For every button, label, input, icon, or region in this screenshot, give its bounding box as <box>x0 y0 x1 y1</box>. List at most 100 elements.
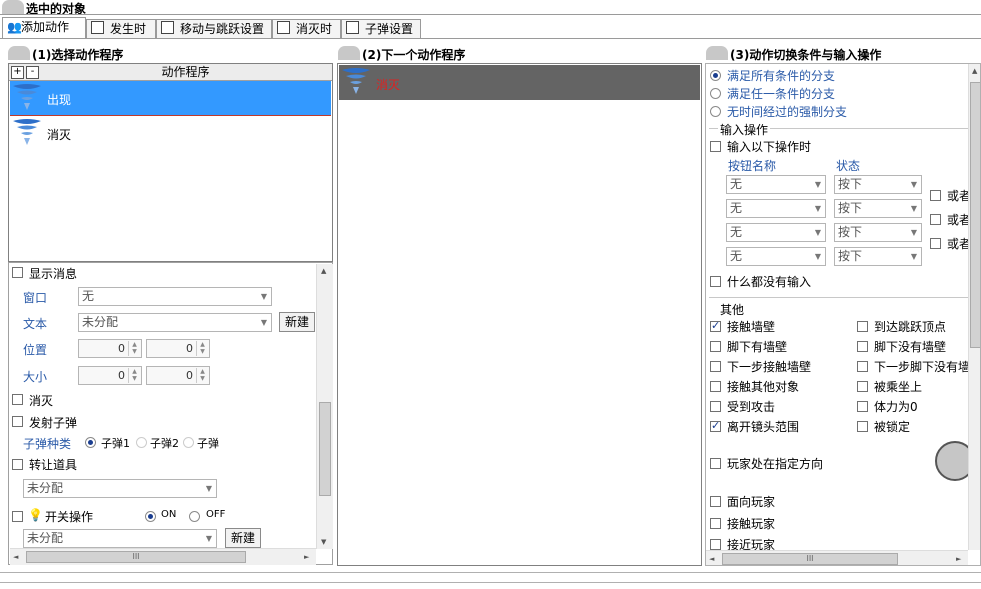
destroy-checkbox[interactable] <box>12 394 23 405</box>
jump-apex-checkbox[interactable] <box>857 321 868 332</box>
size-h-stepper[interactable]: 0 ▲ ▼ <box>146 366 210 385</box>
chevron-down-icon: ▼ <box>260 318 267 327</box>
conditions-horizontal-scrollbar[interactable]: ◄ III ► <box>706 550 968 565</box>
locked-checkbox[interactable] <box>857 421 868 432</box>
branch-all-radio[interactable] <box>710 70 721 81</box>
tab-on-destroy[interactable]: 消灭时 <box>272 19 341 38</box>
window-select[interactable]: 无 ▼ <box>78 287 272 306</box>
switch-off-radio[interactable] <box>189 511 200 522</box>
window-label: 窗口 <box>23 291 48 305</box>
section1-title: (1)选择动作程序 <box>32 48 124 62</box>
bullet-kind-label: 子弹种类 <box>23 437 72 451</box>
position-label: 位置 <box>23 343 48 357</box>
touch-player-checkbox[interactable] <box>710 518 721 529</box>
action-program-list[interactable]: + - 动作程序 出现 消灭 <box>8 63 333 262</box>
position-x-stepper[interactable]: 0 ▲ ▼ <box>78 339 142 358</box>
touch-wall-checkbox[interactable] <box>710 319 721 332</box>
button-select-3[interactable]: 无 ▼ <box>726 223 826 242</box>
section2-icon <box>338 46 360 60</box>
chevron-down-icon: ▼ <box>910 252 917 261</box>
or-checkbox-3[interactable] <box>930 238 941 249</box>
condition-label: 脚下有墙壁 <box>727 340 788 354</box>
list-item[interactable]: 消灭 <box>339 65 700 100</box>
branch-any-radio[interactable] <box>710 88 721 99</box>
wall-below-checkbox[interactable] <box>710 341 721 352</box>
next-touch-wall-checkbox[interactable] <box>710 361 721 372</box>
scroll-left-icon: ◄ <box>709 555 715 563</box>
scroll-thumb[interactable] <box>970 82 980 348</box>
options-horizontal-scrollbar[interactable]: ◄ III ► <box>10 548 316 565</box>
tab-move-jump[interactable]: 移动与跳跃设置 <box>156 19 272 38</box>
or-checkbox-1[interactable] <box>930 190 941 201</box>
button-select-4[interactable]: 无 ▼ <box>726 247 826 266</box>
condition-label: 下一步脚下没有墙 <box>874 360 971 374</box>
bullet3-label: 子弹 <box>197 437 219 450</box>
no-input-checkbox[interactable] <box>710 276 721 287</box>
destroy-label: 消灭 <box>29 394 54 408</box>
face-player-checkbox[interactable] <box>710 496 721 507</box>
position-y-stepper[interactable]: 0 ▲ ▼ <box>146 339 210 358</box>
scroll-right-icon: ► <box>956 555 962 563</box>
tab-bullet[interactable]: 子弹设置 <box>341 19 421 38</box>
tab-on-occur[interactable]: 发生时 <box>86 19 156 38</box>
face-player-label: 面向玩家 <box>727 495 776 509</box>
bullet2-radio[interactable] <box>136 437 147 448</box>
state-header: 状态 <box>836 159 861 173</box>
near-player-checkbox[interactable] <box>710 539 721 550</box>
hp-zero-checkbox[interactable] <box>857 401 868 412</box>
button-name-header: 按钮名称 <box>728 159 777 173</box>
tab-add-action[interactable]: 👥添加动作 <box>2 17 86 39</box>
state-select-4[interactable]: 按下 ▼ <box>834 247 922 266</box>
switch-on-radio[interactable] <box>145 511 156 522</box>
state-select-3[interactable]: 按下 ▼ <box>834 223 922 242</box>
touch-other-checkbox[interactable] <box>710 381 721 392</box>
conditions-vertical-scrollbar[interactable]: ▲ <box>968 64 980 550</box>
fire-bullet-checkbox[interactable] <box>12 416 23 427</box>
show-message-checkbox[interactable] <box>12 267 23 278</box>
section3-title: (3)动作切换条件与输入操作 <box>730 48 882 62</box>
branch-any-label: 满足任一条件的分支 <box>727 87 836 101</box>
options-vertical-scrollbar[interactable]: ▲ ▼ <box>316 264 333 549</box>
leave-camera-checkbox[interactable] <box>710 419 721 432</box>
bottom-divider <box>0 582 981 583</box>
or-checkbox-2[interactable] <box>930 214 941 225</box>
transfer-item-label: 转让道具 <box>29 458 78 472</box>
list-item[interactable]: 出现 <box>10 81 331 116</box>
ridden-checkbox[interactable] <box>857 381 868 392</box>
input-when-checkbox[interactable] <box>710 141 721 152</box>
condition-label: 接触其他对象 <box>727 380 800 394</box>
other-group-box <box>709 297 979 298</box>
header-icon <box>2 0 24 14</box>
size-w-stepper[interactable]: 0 ▲ ▼ <box>78 366 142 385</box>
list-item-label: 消灭 <box>47 128 72 142</box>
button-select-1[interactable]: 无 ▼ <box>726 175 826 194</box>
section2-title: (2)下一个动作程序 <box>362 48 466 62</box>
scroll-down-icon: ▼ <box>321 538 327 546</box>
state-select-2[interactable]: 按下 ▼ <box>834 199 922 218</box>
state-select-1[interactable]: 按下 ▼ <box>834 175 922 194</box>
list-header-label: 动作程序 <box>161 65 210 79</box>
bullet1-radio[interactable] <box>85 437 96 448</box>
text-select[interactable]: 未分配 ▼ <box>78 313 272 332</box>
transfer-item-checkbox[interactable] <box>12 459 23 470</box>
scroll-thumb[interactable]: III <box>26 551 246 563</box>
scroll-thumb[interactable] <box>319 402 331 496</box>
attacked-checkbox[interactable] <box>710 401 721 412</box>
chevron-down-icon: ▼ <box>260 292 267 301</box>
switch-op-checkbox[interactable] <box>12 511 23 522</box>
player-direction-checkbox[interactable] <box>710 458 721 469</box>
button-select-2[interactable]: 无 ▼ <box>726 199 826 218</box>
list-item[interactable]: 消灭 <box>10 116 331 150</box>
condition-label: 被锁定 <box>874 420 911 434</box>
next-program-list[interactable]: 消灭 <box>337 63 702 566</box>
spin-arrows-icon: ▲ ▼ <box>196 368 208 383</box>
new-switch-button[interactable]: 新建 <box>225 528 261 548</box>
switch-select[interactable]: 未分配 ▼ <box>23 529 217 548</box>
new-text-button[interactable]: 新建 <box>279 312 315 332</box>
no-wall-below-checkbox[interactable] <box>857 341 868 352</box>
next-no-wall-below-checkbox[interactable] <box>857 361 868 372</box>
transfer-item-select[interactable]: 未分配 ▼ <box>23 479 217 498</box>
scroll-thumb[interactable]: III <box>722 553 898 565</box>
bullet3-radio[interactable] <box>183 437 194 448</box>
branch-forced-radio[interactable] <box>710 106 721 117</box>
